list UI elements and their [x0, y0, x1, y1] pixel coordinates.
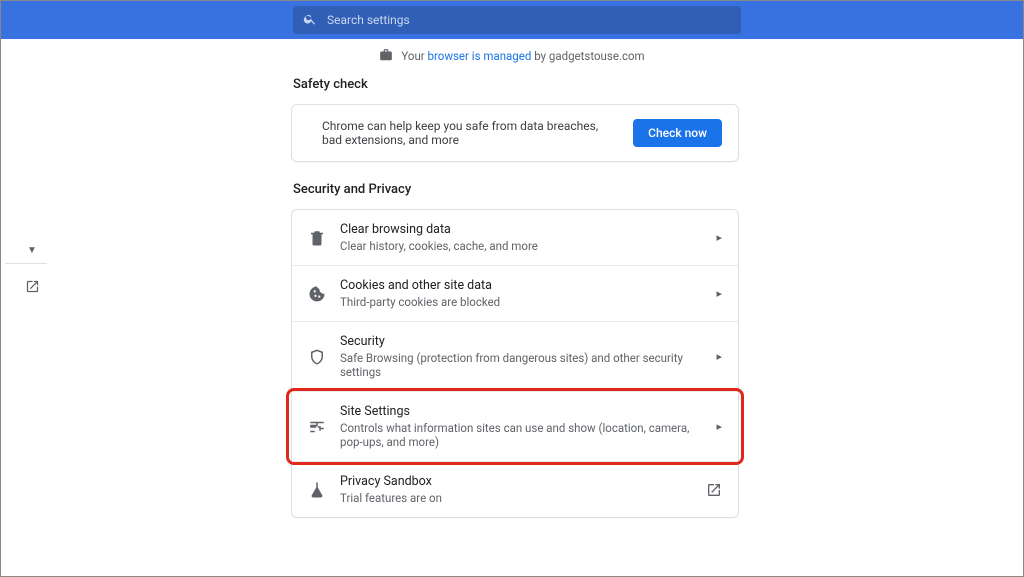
external-link-icon[interactable] [25, 279, 40, 294]
check-now-button[interactable]: Check now [633, 119, 722, 147]
row-subtitle: Controls what information sites can use … [340, 421, 702, 449]
row-site-settings[interactable]: Site Settings Controls what information s… [292, 391, 738, 461]
row-privacy-sandbox[interactable]: Privacy Sandbox Trial features are on [292, 461, 738, 517]
chevron-down-icon[interactable]: ▼ [27, 245, 37, 256]
trash-icon [308, 229, 326, 247]
row-subtitle: Trial features are on [340, 491, 692, 505]
row-security[interactable]: Security Safe Browsing (protection from d… [292, 321, 738, 391]
row-title: Clear browsing data [340, 222, 702, 237]
briefcase-icon [379, 48, 393, 65]
sliders-icon [308, 418, 326, 436]
external-link-icon [706, 482, 722, 498]
chevron-right-icon: ▸ [716, 231, 722, 244]
row-subtitle: Clear history, cookies, cache, and more [340, 239, 702, 253]
shield-outline-icon [308, 348, 326, 366]
row-title: Cookies and other site data [340, 278, 702, 293]
flask-icon [308, 481, 326, 499]
row-title: Privacy Sandbox [340, 474, 692, 489]
security-privacy-heading: Security and Privacy [293, 182, 739, 197]
row-clear-browsing-data[interactable]: Clear browsing data Clear history, cookie… [292, 210, 738, 265]
safety-check-heading: Safety check [293, 77, 739, 92]
row-title: Security [340, 334, 702, 349]
cookie-icon [308, 285, 326, 303]
search-icon [303, 11, 317, 30]
banner-text: Your browser is managed by gadgetstouse.… [401, 49, 644, 63]
chevron-right-icon: ▸ [716, 420, 722, 433]
row-subtitle: Safe Browsing (protection from dangerous… [340, 351, 702, 379]
chevron-right-icon: ▸ [716, 287, 722, 300]
search-settings[interactable] [293, 6, 741, 34]
managed-link[interactable]: browser is managed [428, 49, 532, 63]
safety-check-row: Chrome can help keep you safe from data … [292, 105, 738, 161]
row-cookies[interactable]: Cookies and other site data Third-party c… [292, 265, 738, 321]
header-bar [1, 1, 1023, 39]
safety-check-text: Chrome can help keep you safe from data … [322, 119, 619, 147]
divider [5, 263, 47, 264]
chevron-right-icon: ▸ [716, 350, 722, 363]
row-title: Site Settings [340, 404, 702, 419]
search-input[interactable] [327, 13, 731, 27]
row-subtitle: Third-party cookies are blocked [340, 295, 702, 309]
